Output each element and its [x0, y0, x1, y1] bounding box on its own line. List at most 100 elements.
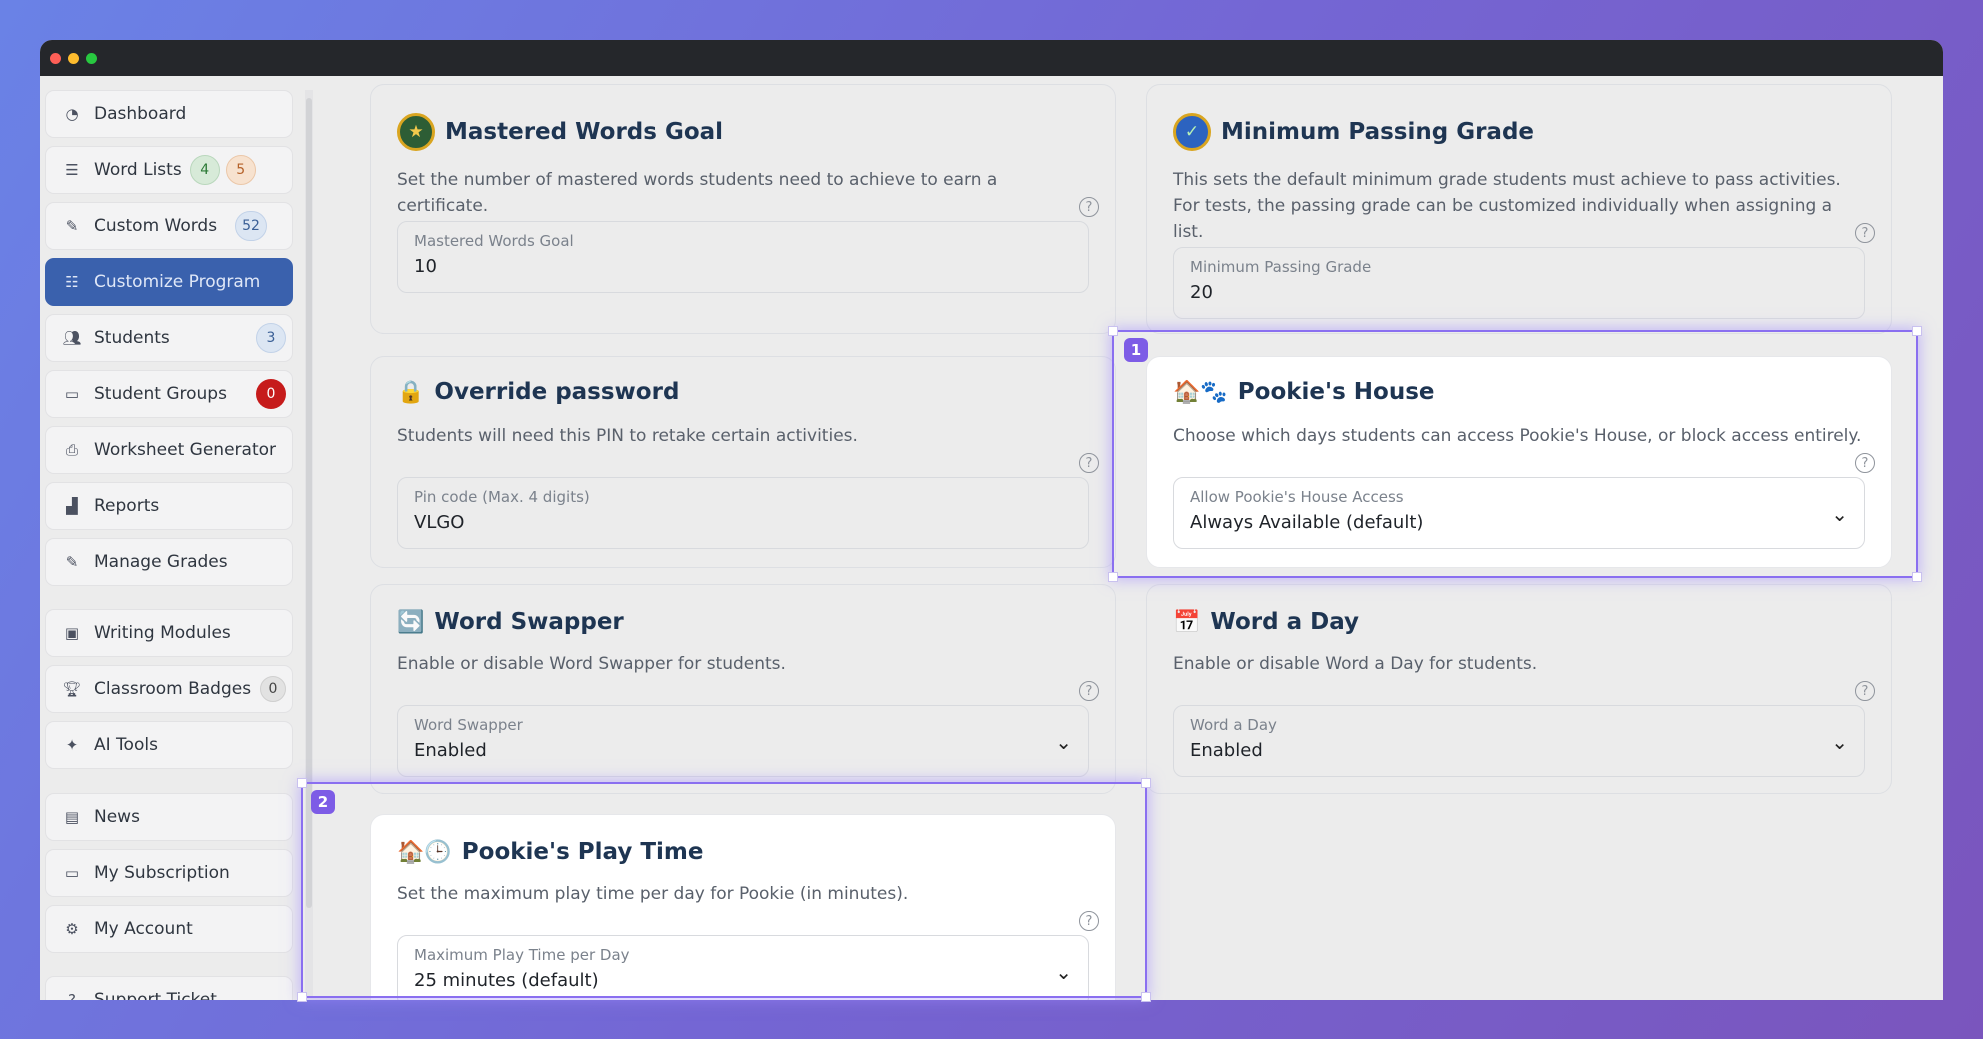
- card-description: Choose which days students can access Po…: [1173, 426, 1862, 446]
- help-icon[interactable]: ?: [1855, 453, 1875, 473]
- word-a-day-select[interactable]: Word a Day Enabled ⌄: [1173, 705, 1865, 777]
- sidebar-item-word-lists[interactable]: ☰ Word Lists 4 5: [45, 146, 293, 194]
- edit-icon: ✎: [65, 217, 79, 235]
- sidebar-item-label: Support Ticket: [94, 990, 217, 1000]
- sidebar-item-my-account[interactable]: ⚙ My Account: [45, 905, 293, 953]
- help-icon[interactable]: ?: [1079, 681, 1099, 701]
- sidebar-item-custom-words[interactable]: ✎ Custom Words 52: [45, 202, 293, 250]
- title-bar: [40, 40, 1943, 76]
- sidebar-item-student-groups[interactable]: ▭ Student Groups 0: [45, 370, 293, 418]
- maximize-window-button[interactable]: [86, 52, 97, 64]
- chevron-down-icon: ⌄: [1831, 730, 1848, 754]
- sidebar-item-label: Dashboard: [94, 104, 187, 124]
- sidebar-item-label: Students: [94, 328, 170, 348]
- sidebar-item-label: My Subscription: [94, 863, 230, 883]
- count-badge: 3: [256, 323, 286, 353]
- settings-panel: ★ Mastered Words Goal Set the number of …: [320, 76, 1943, 1000]
- sidebar-item-ai-tools[interactable]: ✦ AI Tools: [45, 721, 293, 769]
- sidebar-item-students[interactable]: 👥︎ Students 3: [45, 314, 293, 362]
- help-icon[interactable]: ?: [1079, 197, 1099, 217]
- pin-code-input[interactable]: Pin code (Max. 4 digits) VLGO: [397, 477, 1089, 549]
- minimum-passing-grade-input[interactable]: Minimum Passing Grade 20: [1173, 247, 1865, 319]
- list-icon: ☰: [65, 161, 79, 179]
- word-swapper-select[interactable]: Word Swapper Enabled ⌄: [397, 705, 1089, 777]
- field-value: Enabled: [414, 740, 487, 761]
- sidebar-item-label: News: [94, 807, 140, 827]
- word-swapper-card: 🔄 Word Swapper Enable or disable Word Sw…: [370, 584, 1116, 794]
- sidebar-item-classroom-badges[interactable]: 🏆︎ Classroom Badges 0: [45, 665, 293, 713]
- sidebar-item-label: Worksheet Generator: [94, 440, 276, 460]
- field-value: VLGO: [414, 512, 465, 533]
- help-icon[interactable]: ?: [1079, 911, 1099, 931]
- field-value: Enabled: [1190, 740, 1263, 761]
- sparkles-icon: ✦: [65, 736, 79, 754]
- chevron-down-icon: ⌄: [1055, 730, 1072, 754]
- count-badge: 0: [256, 379, 286, 409]
- sidebar-item-label: Manage Grades: [94, 552, 228, 572]
- field-label: Word Swapper: [414, 716, 523, 734]
- sidebar-item-customize-program[interactable]: ☷ Customize Program: [45, 258, 293, 306]
- sidebar-item-dashboard[interactable]: ◔ Dashboard: [45, 90, 293, 138]
- newspaper-icon: ▤: [64, 808, 80, 826]
- count-badge: 5: [225, 155, 256, 185]
- max-play-time-select[interactable]: Maximum Play Time per Day 25 minutes (de…: [397, 935, 1089, 1000]
- sidebar-scrollbar-thumb[interactable]: [306, 98, 312, 908]
- credit-card-icon: ▭: [64, 864, 80, 882]
- calendar-icon: 📅: [1173, 609, 1201, 635]
- sidebar-item-reports[interactable]: ▟ Reports: [45, 482, 293, 530]
- sidebar-item-manage-grades[interactable]: ✎ Manage Grades: [45, 538, 293, 586]
- field-value: 20: [1190, 282, 1213, 303]
- sidebar-item-my-subscription[interactable]: ▭ My Subscription: [45, 849, 293, 897]
- house-paw-icon: 🏠🐾: [1173, 379, 1228, 405]
- sidebar-item-label: My Account: [94, 919, 193, 939]
- chevron-down-icon: ⌄: [1831, 502, 1848, 526]
- pookies-house-access-select[interactable]: Allow Pookie's House Access Always Avail…: [1173, 477, 1865, 549]
- terminal-icon: ▣: [64, 624, 80, 642]
- minimum-passing-grade-card: ✓ Minimum Passing Grade This sets the de…: [1146, 84, 1892, 334]
- card-title: Pookie's House: [1237, 379, 1435, 405]
- lock-icon: 🔒: [397, 379, 425, 405]
- sidebar-item-label: Custom Words: [94, 216, 218, 236]
- help-icon: ?: [68, 991, 76, 1000]
- edit-icon: ✎: [65, 553, 79, 571]
- sidebar-item-label: AI Tools: [94, 735, 158, 755]
- minimize-window-button[interactable]: [68, 52, 79, 64]
- field-label: Mastered Words Goal: [414, 232, 574, 250]
- sidebar-item-label: Classroom Badges: [94, 679, 252, 699]
- override-password-card: 🔒 Override password Students will need t…: [370, 356, 1116, 568]
- chevron-down-icon: ⌄: [1055, 960, 1072, 984]
- bar-chart-icon: ▟: [66, 497, 78, 515]
- sidebar-item-support-ticket[interactable]: ? Support Ticket: [45, 976, 293, 1000]
- users-icon: 👥︎: [62, 329, 82, 347]
- card-title: Word Swapper: [434, 609, 624, 635]
- dashboard-icon: ◔: [65, 105, 79, 123]
- field-label: Word a Day: [1190, 716, 1277, 734]
- card-description: Set the number of mastered words student…: [397, 170, 998, 216]
- printer-icon: ⎙: [65, 441, 78, 459]
- sidebar-item-worksheet-generator[interactable]: ⎙ Worksheet Generator: [45, 426, 293, 474]
- close-window-button[interactable]: [50, 52, 61, 64]
- card-title: Override password: [434, 379, 680, 405]
- field-value: Always Available (default): [1190, 512, 1424, 533]
- mastered-words-goal-input[interactable]: Mastered Words Goal 10: [397, 221, 1089, 293]
- sidebar-item-writing-modules[interactable]: ▣ Writing Modules: [45, 609, 293, 657]
- card-title: Minimum Passing Grade: [1221, 119, 1535, 145]
- field-value: 25 minutes (default): [414, 970, 599, 991]
- card-title: Pookie's Play Time: [461, 839, 704, 865]
- help-icon[interactable]: ?: [1855, 223, 1875, 243]
- sidebar-item-label: Reports: [94, 496, 160, 516]
- sidebar-item-label: Student Groups: [94, 384, 227, 404]
- word-a-day-card: 📅 Word a Day Enable or disable Word a Da…: [1146, 584, 1892, 794]
- help-icon[interactable]: ?: [1855, 681, 1875, 701]
- house-clock-icon: 🏠🕒: [397, 839, 452, 865]
- field-label: Allow Pookie's House Access: [1190, 488, 1404, 506]
- pookies-house-card: 🏠🐾 Pookie's House Choose which days stud…: [1146, 356, 1892, 568]
- sidebar-item-news[interactable]: ▤ News: [45, 793, 293, 841]
- sidebar: ◔ Dashboard ☰ Word Lists 4 5 ✎ Custom Wo…: [40, 76, 305, 1000]
- gear-icon: ⚙: [65, 920, 79, 938]
- sidebar-item-label: Writing Modules: [94, 623, 231, 643]
- field-label: Pin code (Max. 4 digits): [414, 488, 590, 506]
- field-value: 10: [414, 256, 437, 277]
- help-icon[interactable]: ?: [1079, 453, 1099, 473]
- trophy-icon: 🏆︎: [62, 680, 82, 698]
